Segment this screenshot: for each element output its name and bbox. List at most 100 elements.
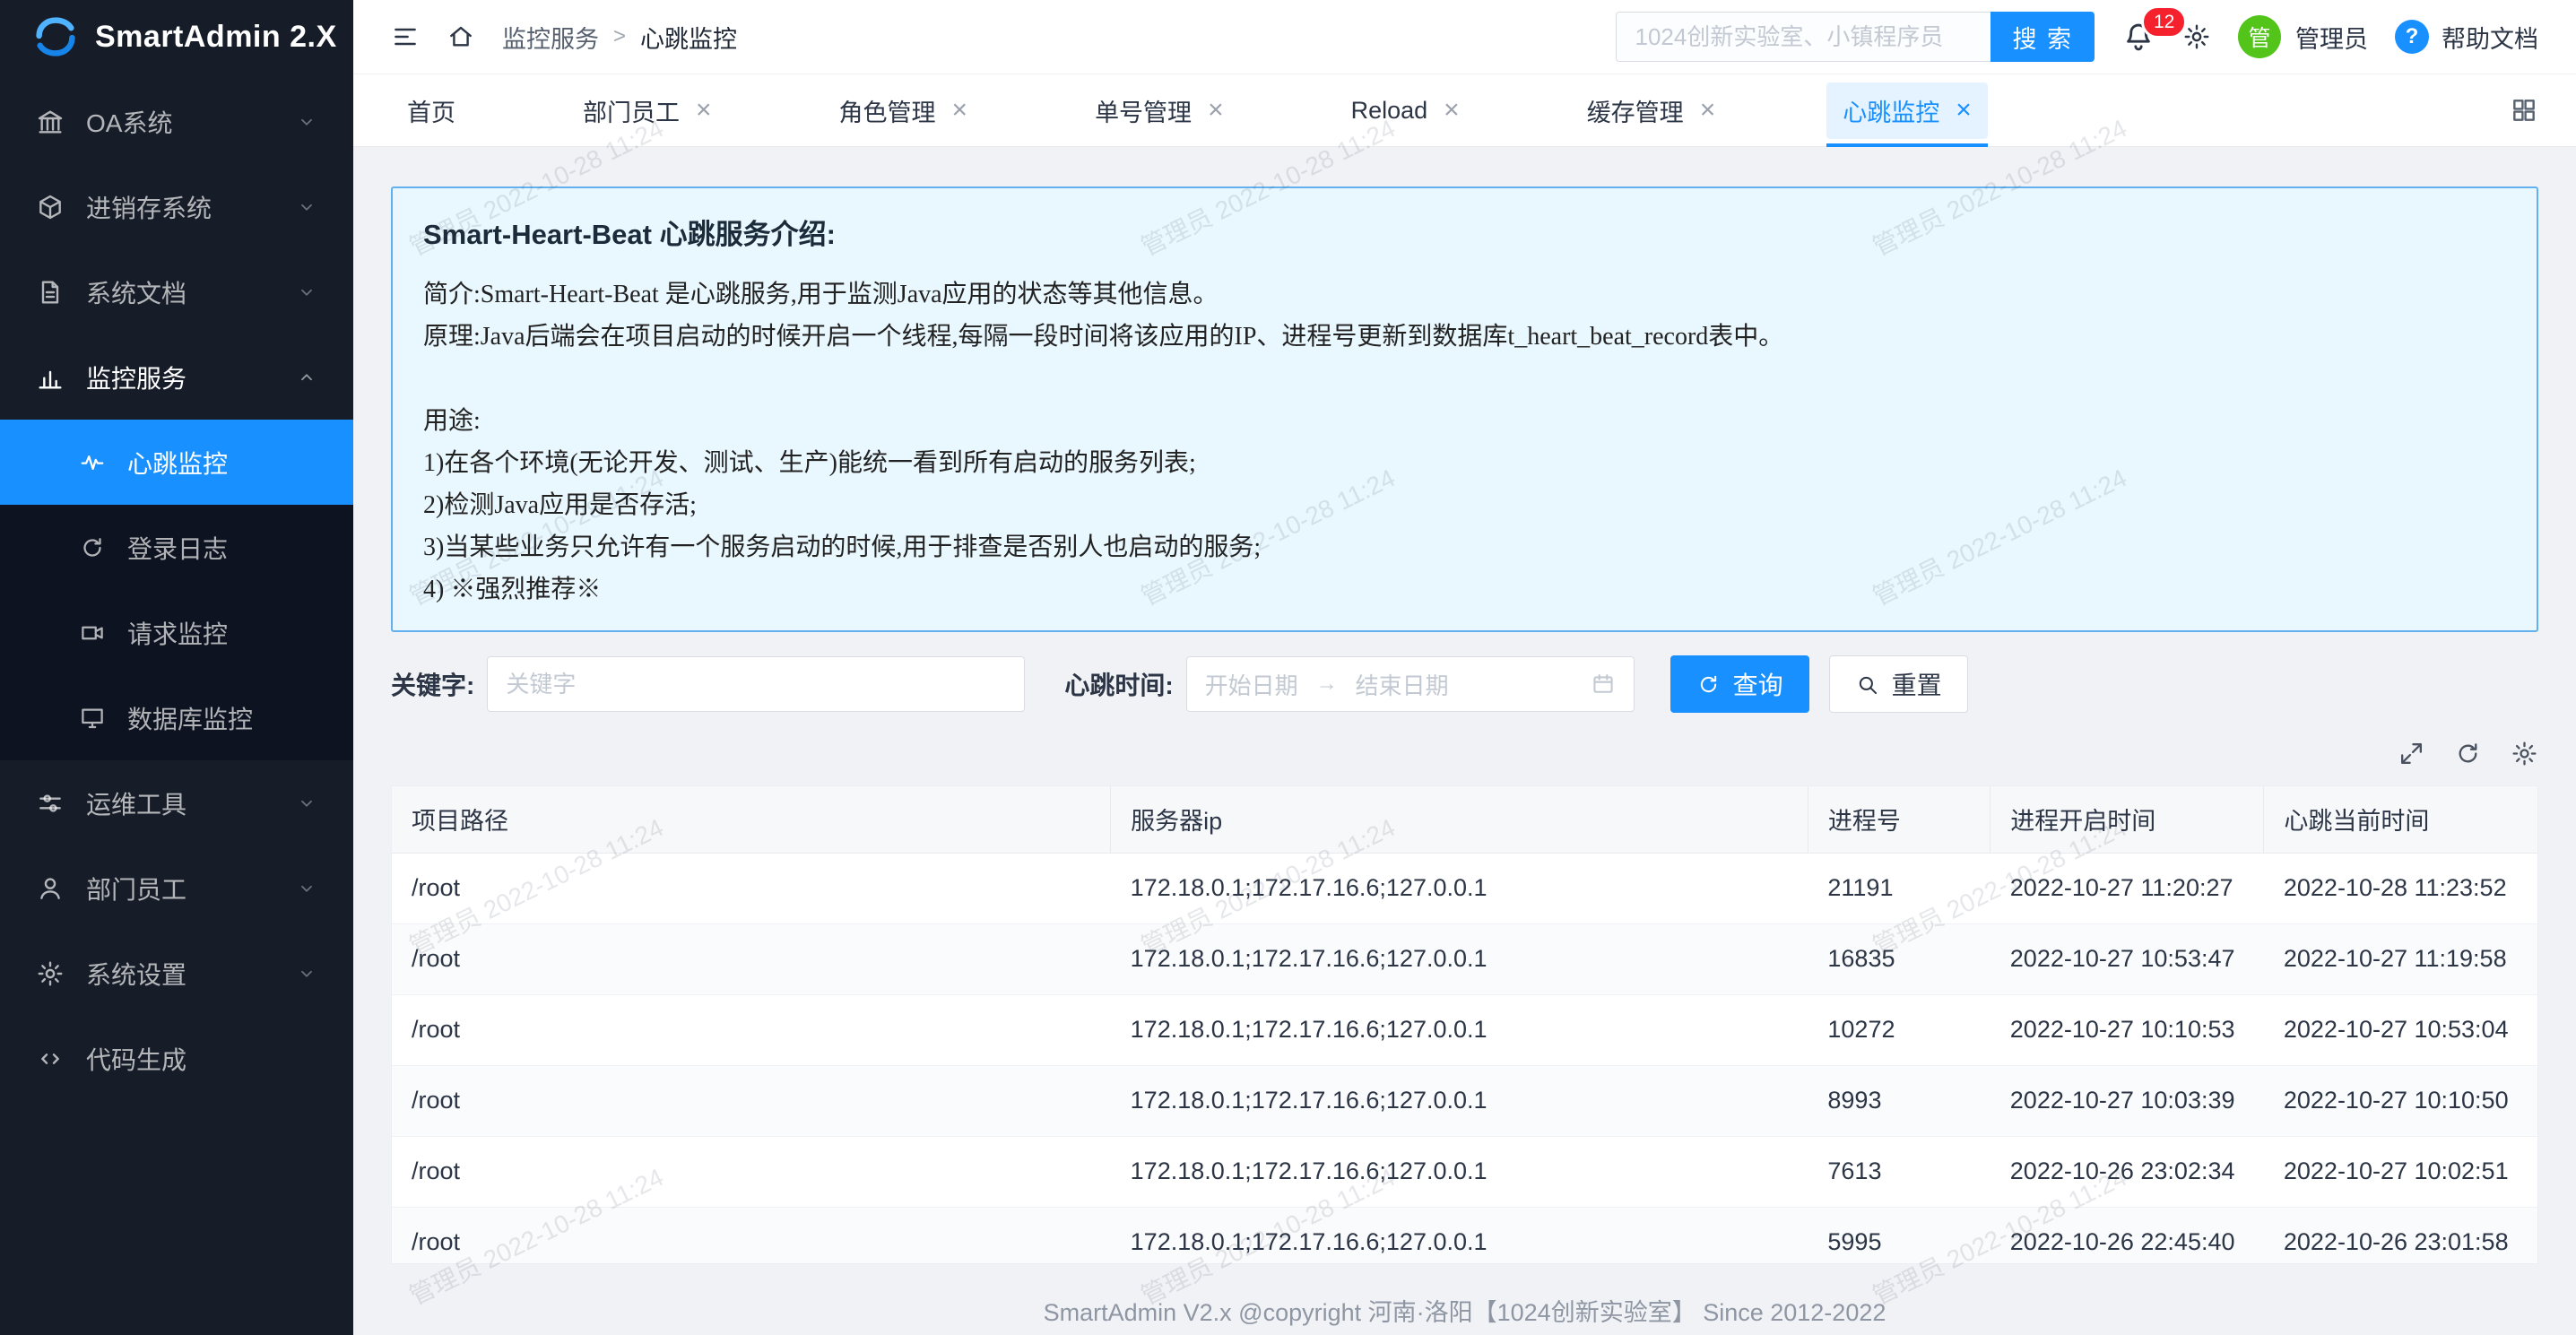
gear-icon: [36, 959, 65, 988]
date-range-picker[interactable]: 开始日期 → 结束日期: [1186, 656, 1635, 712]
page-content: Smart-Heart-Beat 心跳服务介绍: 简介:Smart-Heart-…: [353, 147, 2576, 1285]
tab-close-icon[interactable]: ×: [1444, 97, 1460, 124]
refresh-icon[interactable]: [2454, 740, 2482, 767]
keyword-input[interactable]: [487, 656, 1025, 712]
tab-label: 单号管理: [1095, 93, 1192, 128]
monitor-chart-icon: [36, 363, 65, 392]
intro-line: [423, 358, 2506, 400]
table-row: /root 172.18.0.1;172.17.16.6;127.0.0.1 5…: [392, 1207, 2537, 1264]
cell-start-time: 2022-10-27 10:10:53: [1991, 994, 2264, 1065]
sidebar-item-label: 运维工具: [86, 785, 186, 821]
cell-pid: 10272: [1808, 994, 1990, 1065]
cell-start-time: 2022-10-26 23:02:34: [1991, 1136, 2264, 1207]
notification-badge: 12: [2141, 5, 2187, 39]
cell-pid: 8993: [1808, 1065, 1990, 1136]
sidebar-item-ops-tools[interactable]: 运维工具: [0, 760, 353, 845]
building-icon: [36, 108, 65, 136]
tab-employees[interactable]: 部门员工×: [567, 74, 728, 146]
reload-icon: [1696, 672, 1721, 697]
column-header-start-time: 进程开启时间: [1991, 786, 2264, 853]
chevron-down-icon: [296, 196, 317, 218]
table-row: /root 172.18.0.1;172.17.16.6;127.0.0.1 8…: [392, 1065, 2537, 1136]
topbar: 监控服务 > 心跳监控 搜 索 12 管 管理员 ? 帮助文档: [353, 0, 2576, 74]
grid-icon[interactable]: [2510, 96, 2538, 125]
tab-close-icon[interactable]: ×: [1208, 97, 1224, 124]
help-icon[interactable]: ?: [2395, 20, 2429, 54]
breadcrumb: 监控服务 > 心跳监控: [502, 20, 737, 55]
tab-label: 首页: [407, 93, 455, 128]
tab-close-icon[interactable]: ×: [1700, 97, 1716, 124]
cell-server-ip: 172.18.0.1;172.17.16.6;127.0.0.1: [1111, 1136, 1808, 1207]
sidebar-item-db-monitor[interactable]: 数据库监控: [0, 675, 353, 760]
tab-heartbeat[interactable]: 心跳监控×: [1826, 74, 1988, 146]
chevron-down-icon: [296, 963, 317, 984]
tab-label: 角色管理: [839, 93, 936, 128]
sidebar-item-login-log[interactable]: 登录日志: [0, 505, 353, 590]
cell-server-ip: 172.18.0.1;172.17.16.6;127.0.0.1: [1111, 1207, 1808, 1264]
query-button[interactable]: 查询: [1670, 655, 1809, 713]
topbar-right: 搜 索 12 管 管理员 ? 帮助文档: [1616, 12, 2538, 62]
intro-line: 简介:Smart-Heart-Beat 是心跳服务,用于监测Java应用的状态等…: [423, 273, 2506, 316]
tabbar: 首页 部门员工× 角色管理 × 单号管理 × Reload × 缓存管理 × 心跳监控×: [353, 74, 2576, 147]
cell-server-ip: 172.18.0.1;172.17.16.6;127.0.0.1: [1111, 853, 1808, 923]
tab-close-icon[interactable]: ×: [952, 97, 968, 124]
avatar[interactable]: 管: [2238, 15, 2281, 58]
tab-close-icon[interactable]: ×: [1956, 97, 1972, 124]
logo[interactable]: SmartAdmin 2.X: [0, 0, 353, 74]
request-monitor-icon: [79, 620, 106, 646]
cell-start-time: 2022-10-27 11:20:27: [1991, 853, 2264, 923]
reset-button-label: 重置: [1892, 666, 1942, 702]
breadcrumb-section[interactable]: 监控服务: [502, 20, 599, 55]
cell-beat-time: 2022-10-27 10:10:50: [2264, 1065, 2537, 1136]
search-input[interactable]: [1616, 12, 1991, 62]
copyright-text: SmartAdmin V2.x @copyright 河南·洛阳【1024创新实…: [1044, 1293, 1886, 1328]
cell-project-path: /root: [392, 923, 1111, 994]
user-name[interactable]: 管理员: [2295, 20, 2368, 55]
sidebar-item-settings[interactable]: 系统设置: [0, 931, 353, 1016]
sidebar-item-oa[interactable]: OA系统: [0, 79, 353, 164]
search-button[interactable]: 搜 索: [1991, 12, 2095, 62]
tab-home[interactable]: 首页: [391, 74, 472, 146]
sidebar-item-label: OA系统: [86, 104, 172, 140]
sidebar-item-monitor[interactable]: 监控服务: [0, 334, 353, 420]
date-start-placeholder: 开始日期: [1205, 668, 1298, 701]
tab-cache[interactable]: 缓存管理 ×: [1571, 74, 1732, 146]
sidebar-item-label: 系统文档: [86, 274, 186, 310]
table-row: /root 172.18.0.1;172.17.16.6;127.0.0.1 2…: [392, 853, 2537, 923]
home-icon[interactable]: [447, 22, 475, 51]
code-icon: [36, 1045, 65, 1073]
reset-button[interactable]: 重置: [1829, 655, 1968, 713]
app-root: SmartAdmin 2.X OA系统 进销存系统 系统文档 监控服务: [0, 0, 2576, 1335]
query-button-label: 查询: [1733, 666, 1783, 702]
sidebar-item-heartbeat[interactable]: 心跳监控: [0, 420, 353, 505]
main-area: 监控服务 > 心跳监控 搜 索 12 管 管理员 ? 帮助文档: [353, 0, 2576, 1335]
settings-gear-icon[interactable]: [2182, 22, 2211, 51]
help-doc-link[interactable]: 帮助文档: [2442, 20, 2538, 55]
tab-label: 缓存管理: [1587, 93, 1684, 128]
tab-label: Reload: [1351, 97, 1428, 125]
database-monitor-icon: [79, 705, 106, 732]
notifications-button[interactable]: 12: [2121, 20, 2155, 54]
cell-pid: 16835: [1808, 923, 1990, 994]
tab-roles[interactable]: 角色管理 ×: [823, 74, 984, 146]
tab-reload[interactable]: Reload ×: [1335, 74, 1476, 146]
column-settings-icon[interactable]: [2511, 740, 2538, 767]
chevron-down-icon: [296, 878, 317, 899]
sidebar-item-request-monitor[interactable]: 请求监控: [0, 590, 353, 675]
cell-start-time: 2022-10-26 22:45:40: [1991, 1207, 2264, 1264]
column-header-beat-time: 心跳当前时间: [2264, 786, 2537, 853]
sidebar-item-inventory[interactable]: 进销存系统: [0, 164, 353, 249]
fullscreen-icon[interactable]: [2398, 740, 2425, 767]
sidebar-item-employees[interactable]: 部门员工: [0, 845, 353, 931]
cell-start-time: 2022-10-27 10:53:47: [1991, 923, 2264, 994]
table-row: /root 172.18.0.1;172.17.16.6;127.0.0.1 7…: [392, 1136, 2537, 1207]
sidebar-item-docs[interactable]: 系统文档: [0, 249, 353, 334]
sidebar-item-label: 部门员工: [86, 871, 186, 906]
tab-serial-number[interactable]: 单号管理 ×: [1079, 74, 1240, 146]
sidebar-item-label: 登录日志: [127, 530, 228, 566]
table-row: /root 172.18.0.1;172.17.16.6;127.0.0.1 1…: [392, 923, 2537, 994]
sidebar-item-code-gen[interactable]: 代码生成: [0, 1016, 353, 1101]
cell-project-path: /root: [392, 1065, 1111, 1136]
menu-fold-icon[interactable]: [391, 22, 420, 51]
tab-close-icon[interactable]: ×: [696, 97, 712, 124]
